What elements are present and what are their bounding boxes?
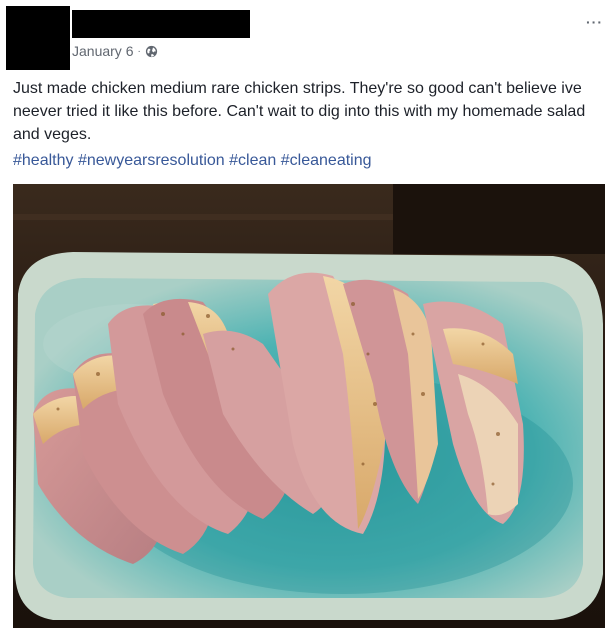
facebook-post: January 6 · ··· Just made chicken medium… [0, 0, 615, 640]
post-photo[interactable] [13, 184, 605, 628]
avatar-redacted[interactable] [6, 6, 70, 70]
hashtag-link[interactable]: #healthy [13, 152, 74, 169]
hashtag-line: #healthy #newyearsresolution #clean #cle… [13, 149, 608, 172]
post-text: Just made chicken medium rare chicken st… [13, 80, 586, 143]
more-options-icon[interactable]: ··· [586, 14, 603, 30]
hashtag-link[interactable]: #clean [229, 152, 276, 169]
chicken-photo-illustration [13, 184, 605, 628]
hashtag-link[interactable]: #newyearsresolution [78, 152, 225, 169]
post-date[interactable]: January 6 [72, 43, 133, 59]
meta-separator: · [137, 45, 141, 57]
author-name-redacted[interactable] [72, 10, 250, 38]
post-meta: January 6 · [72, 43, 158, 59]
globe-icon[interactable] [145, 45, 158, 58]
hashtag-link[interactable]: #cleaneating [281, 152, 372, 169]
